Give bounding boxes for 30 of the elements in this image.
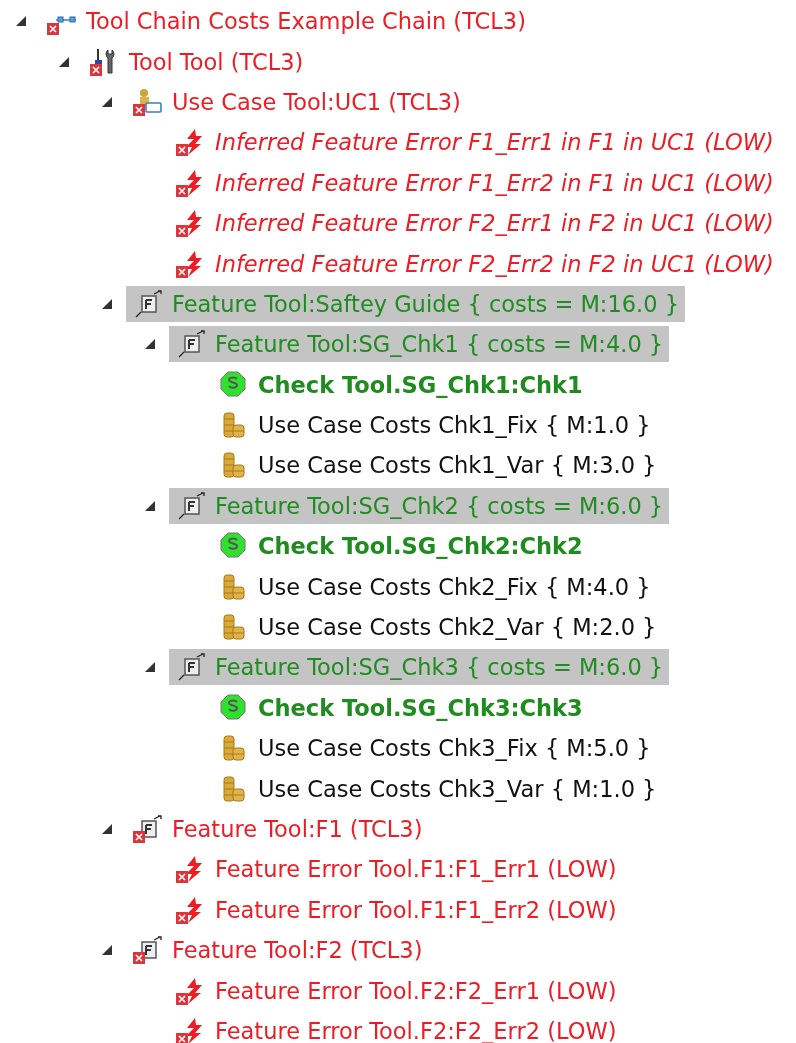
expand-toggle[interactable] [100,943,114,958]
tree-node[interactable]: Check Tool.SG_Chk3:Chk3 [212,689,589,726]
tree-node[interactable]: Check Tool.SG_Chk1:Chk1 [212,366,589,403]
tree-node[interactable]: Use Case Tool:UC1 (TCL3) [126,83,467,120]
tree-node[interactable]: Inferred Feature Error F2_Err1 in F2 in UC1 (LOW) [169,205,780,242]
tree-node[interactable]: Use Case Costs Chk1_Fix { M:1.0 } [212,407,657,444]
tree-node[interactable]: Inferred Feature Error F2_Err2 in F2 in UC1 (LOW) [169,245,780,282]
tree-node[interactable]: Check Tool.SG_Chk2:Chk2 [212,528,589,565]
tree-node[interactable]: Feature Error Tool.F1:F1_Err1 (LOW) [169,851,623,888]
expand-toggle[interactable] [100,822,114,836]
tree-node[interactable]: Use Case Costs Chk3_Fix { M:5.0 } [212,730,657,767]
tree-node[interactable]: Use Case Costs Chk2_Var { M:2.0 } [212,609,663,646]
tree-node[interactable]: Inferred Feature Error F1_Err1 in F1 in UC1 (LOW) [169,124,780,161]
expand-toggle[interactable] [143,660,157,675]
tree-node[interactable]: Feature Tool:SG_Chk3 { costs = M:6.0 } [169,649,670,686]
tree-node[interactable]: Feature Tool:F1 (TCL3) [126,811,429,847]
tree-node[interactable]: Tool Chain Costs Example Chain (TCL3) [40,3,532,40]
expand-toggle[interactable] [14,14,28,29]
tree-node[interactable]: Feature Error Tool.F2:F2_Err1 (LOW) [169,972,623,1009]
tree-node[interactable]: Inferred Feature Error F1_Err2 in F1 in UC1 (LOW) [169,164,780,201]
tree-node[interactable]: Use Case Costs Chk2_Fix { M:4.0 } [212,568,657,605]
tree-node[interactable]: Feature Tool:SG_Chk1 { costs = M:4.0 } [169,326,670,363]
tree-node[interactable]: Use Case Costs Chk3_Var { M:1.0 } [212,770,663,807]
tree-node[interactable]: Tool Tool (TCL3) [83,43,310,80]
tree-node[interactable]: Use Case Costs Chk1_Var { M:3.0 } [212,447,663,484]
tree-node[interactable]: Feature Tool:Saftey Guide { costs = M:16.0 } [126,285,685,322]
tree-node[interactable]: Feature Error Tool.F1:F1_Err2 (LOW) [169,891,623,928]
tree-node[interactable]: Feature Tool:SG_Chk2 { costs = M:6.0 } [169,487,670,524]
expand-toggle[interactable] [143,337,157,352]
tree-node[interactable]: Feature Tool:F2 (TCL3) [126,932,429,969]
